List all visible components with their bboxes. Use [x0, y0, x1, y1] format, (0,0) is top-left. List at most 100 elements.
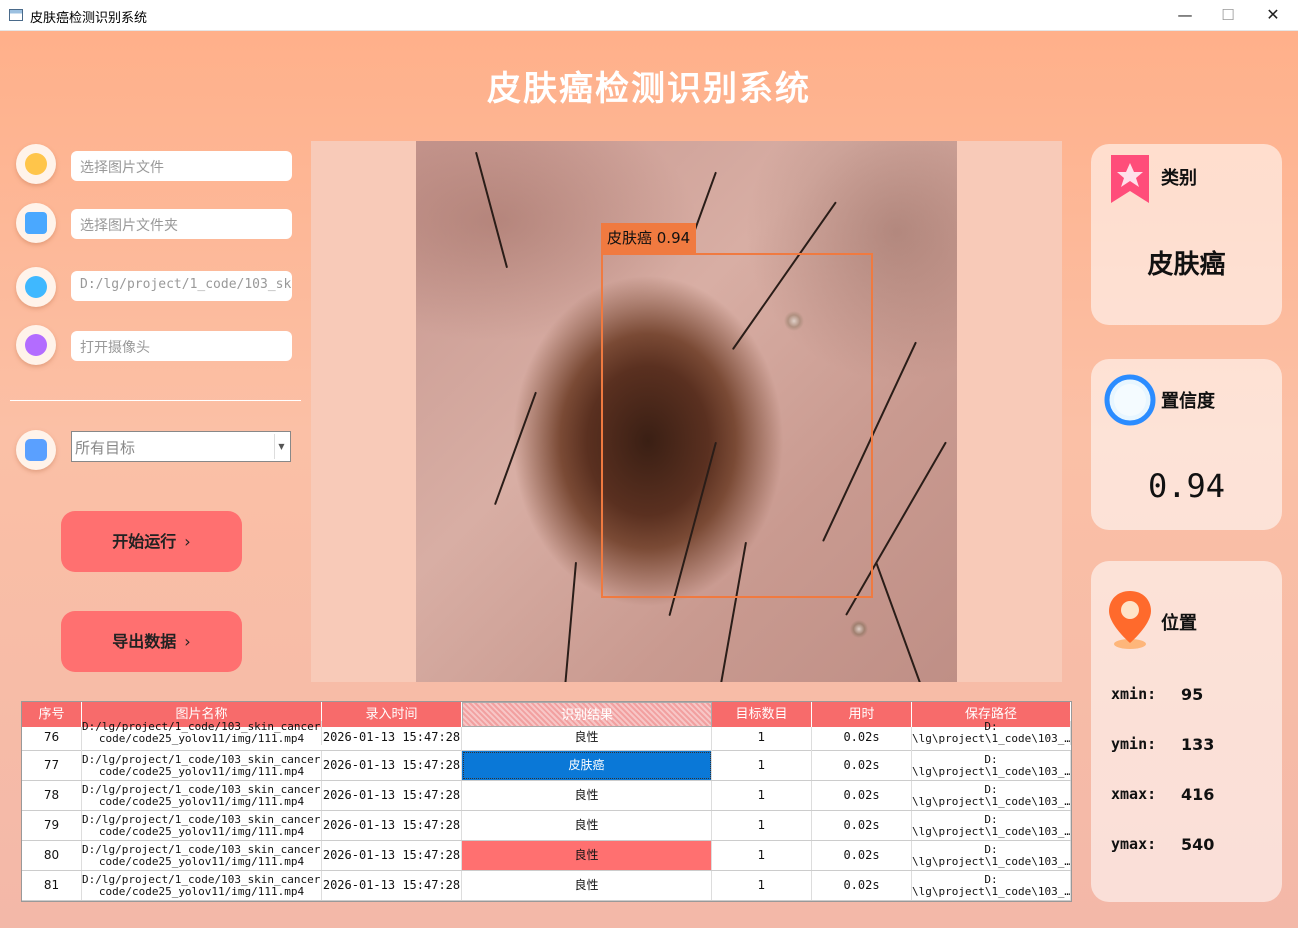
cell-image-name-line2: code/code25_yolov11/img/111.mp4	[98, 732, 305, 745]
chevron-down-icon[interactable]: ▼	[274, 434, 288, 459]
cell-path: D: \lg\project\1_code\103_…	[912, 751, 1071, 780]
cell-count: 1	[712, 841, 812, 870]
run-button-label: 开始运行	[112, 532, 177, 551]
camera-input[interactable]: 打开摄像头	[71, 331, 292, 361]
cell-time: 2026-01-13 15:47:28	[322, 871, 462, 900]
cell-path-line2: \lg\project\1_code\103_…	[912, 765, 1071, 778]
target-tag-icon	[16, 430, 56, 470]
image-folder-input[interactable]: 选择图片文件夹	[71, 209, 292, 239]
header-id[interactable]: 序号	[22, 702, 82, 727]
cell-result: 良性	[462, 727, 712, 751]
video-file-input[interactable]: D:/lg/project/1_code/103_skin_cancer	[71, 271, 292, 301]
cell-path-line2: \lg\project\1_code\103_…	[912, 795, 1071, 808]
cell-cost: 0.02s	[812, 811, 912, 840]
category-value: 皮肤癌	[1147, 250, 1226, 280]
detection-image: 皮肤癌 0.94	[416, 141, 957, 682]
image-file-input[interactable]: 选择图片文件	[71, 151, 292, 181]
table-row[interactable]: 77 D:/lg/project/1_code/103_skin_cancer/…	[22, 751, 1071, 781]
confidence-card: 置信度 0.94	[1091, 359, 1282, 530]
header-result[interactable]: 识别结果	[462, 702, 712, 727]
cell-result: 良性	[462, 841, 712, 870]
location-pin-icon	[1109, 591, 1151, 649]
camera-icon[interactable]	[16, 325, 56, 365]
ymin-label: ymin:	[1111, 735, 1157, 753]
table-row[interactable]: 81 D:/lg/project/1_code/103_skin_cancer/…	[22, 871, 1071, 901]
cell-image-name-line2: code/code25_yolov11/img/111.mp4	[98, 885, 305, 898]
run-button[interactable]: 开始运行 ›	[61, 511, 242, 572]
cell-path: D: \lg\project\1_code\103_…	[912, 841, 1071, 870]
detection-bounding-box	[601, 253, 873, 598]
position-card: 位置 xmin: 95 ymin: 133 xmax: 416 ymax: 540	[1091, 561, 1282, 902]
cell-id: 81	[22, 871, 82, 900]
left-divider	[10, 400, 301, 401]
image-folder-icon[interactable]	[16, 203, 56, 243]
cell-cost: 0.02s	[812, 781, 912, 810]
export-button[interactable]: 导出数据 ›	[61, 611, 242, 672]
cell-id: 78	[22, 781, 82, 810]
header-cost[interactable]: 用时	[812, 702, 912, 727]
app-title: 皮肤癌检测识别系统	[487, 69, 811, 109]
ymax-label: ymax:	[1111, 835, 1157, 853]
cell-count: 1	[712, 871, 812, 900]
table-row[interactable]: 78 D:/lg/project/1_code/103_skin_cancer/…	[22, 781, 1071, 811]
xmax-row: xmax: 416	[1111, 785, 1214, 804]
cell-result: 皮肤癌	[462, 751, 712, 780]
target-select-value: 所有目标	[75, 439, 136, 457]
cell-image-name-line2: code/code25_yolov11/img/111.mp4	[98, 855, 305, 868]
image-file-icon[interactable]	[16, 144, 56, 184]
cell-image-name: D:/lg/project/1_code/103_skin_cancer/cod…	[82, 721, 322, 745]
hair-stroke	[475, 151, 509, 269]
ring-icon	[1104, 374, 1156, 426]
main-area: 皮肤癌检测识别系统 选择图片文件 选择图片文件夹 D:/lg/project/1…	[0, 31, 1298, 928]
cell-cost: 0.02s	[812, 751, 912, 780]
table-row[interactable]: 76 D:/lg/project/1_code/103_skin_cancer/…	[22, 721, 1071, 751]
cell-count: 1	[712, 751, 812, 780]
cell-time: 2026-01-13 15:47:28	[322, 727, 462, 751]
cell-image-name: D:/lg/project/1_code/103_skin_cancer/cod…	[82, 841, 322, 870]
cell-count: 1	[712, 811, 812, 840]
close-button[interactable]: ✕	[1258, 4, 1288, 26]
cell-count: 1	[712, 727, 812, 751]
cell-path: D: \lg\project\1_code\103_…	[912, 721, 1071, 745]
maximize-button[interactable]: ☐	[1213, 4, 1243, 26]
cell-path: D: \lg\project\1_code\103_…	[912, 871, 1071, 900]
cell-image-name-line2: code/code25_yolov11/img/111.mp4	[98, 765, 305, 778]
xmin-value: 95	[1181, 685, 1204, 704]
video-file-icon[interactable]	[16, 267, 56, 307]
app-icon	[9, 9, 23, 21]
confidence-value: 0.94	[1147, 467, 1226, 505]
minimize-button[interactable]: —	[1170, 4, 1200, 26]
cell-image-name-line2: code/code25_yolov11/img/111.mp4	[98, 825, 305, 838]
cell-id: 76	[22, 727, 82, 751]
cell-id: 77	[22, 751, 82, 780]
chevron-right-icon: ›	[184, 532, 191, 551]
cell-image-name: D:/lg/project/1_code/103_skin_cancer/cod…	[82, 871, 322, 900]
export-button-label: 导出数据	[112, 632, 177, 651]
xmax-value: 416	[1181, 785, 1215, 804]
bookmark-star-icon	[1111, 155, 1149, 203]
table-row[interactable]: 80 D:/lg/project/1_code/103_skin_cancer/…	[22, 841, 1071, 871]
cell-cost: 0.02s	[812, 841, 912, 870]
cell-image-name-line2: code/code25_yolov11/img/111.mp4	[98, 795, 305, 808]
position-title: 位置	[1161, 613, 1197, 634]
cell-time: 2026-01-13 15:47:28	[322, 751, 462, 780]
target-select[interactable]: 所有目标 ▼	[71, 431, 291, 462]
ymin-row: ymin: 133	[1111, 735, 1214, 754]
header-time[interactable]: 录入时间	[322, 702, 462, 727]
cell-result: 良性	[462, 781, 712, 810]
window-title: 皮肤癌检测识别系统	[30, 11, 148, 26]
cell-result: 良性	[462, 811, 712, 840]
table-row[interactable]: 79 D:/lg/project/1_code/103_skin_cancer/…	[22, 811, 1071, 841]
cell-count: 1	[712, 781, 812, 810]
header-count[interactable]: 目标数目	[712, 702, 812, 727]
xmin-row: xmin: 95	[1111, 685, 1203, 704]
cell-time: 2026-01-13 15:47:28	[322, 841, 462, 870]
cell-id: 79	[22, 811, 82, 840]
cell-path-line2: \lg\project\1_code\103_…	[912, 885, 1071, 898]
cell-image-name: D:/lg/project/1_code/103_skin_cancer/cod…	[82, 781, 322, 810]
xmax-label: xmax:	[1111, 785, 1157, 803]
xmin-label: xmin:	[1111, 685, 1157, 703]
results-table[interactable]: 序号 图片名称 录入时间 识别结果 目标数目 用时 保存路径 76 D:/lg/…	[21, 701, 1072, 902]
cell-path-line2: \lg\project\1_code\103_…	[912, 732, 1071, 745]
cell-result: 良性	[462, 871, 712, 900]
